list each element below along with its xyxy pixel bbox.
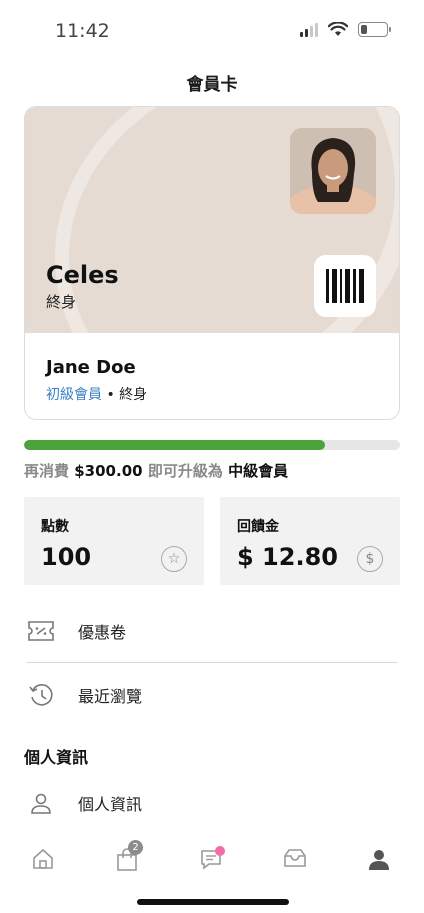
user-icon bbox=[26, 788, 56, 818]
upgrade-progress-bar bbox=[24, 440, 400, 450]
coupon-icon bbox=[26, 616, 56, 646]
holder-duration: 終身 bbox=[119, 387, 148, 403]
inbox-icon bbox=[284, 849, 306, 867]
card-tier: 終身 bbox=[46, 293, 77, 311]
card-brand-name: Celes bbox=[46, 261, 119, 289]
progress-prefix: 再消費 bbox=[24, 462, 70, 480]
tab-cart[interactable]: 2 bbox=[105, 840, 149, 892]
member-photo bbox=[290, 128, 376, 214]
barcode-icon bbox=[326, 269, 364, 303]
divider bbox=[26, 662, 398, 663]
barcode-button[interactable] bbox=[314, 255, 376, 317]
menu-item-profile[interactable]: 個人資訊 bbox=[24, 779, 400, 827]
card-holder-info: Jane Doe 初級會員 • 終身 bbox=[25, 333, 399, 419]
page-title: 會員卡 bbox=[186, 75, 238, 95]
menu-item-label: 優惠卷 bbox=[78, 623, 127, 642]
rebate-value: $ 12.80 bbox=[237, 543, 338, 571]
points-label: 點數 bbox=[41, 519, 69, 535]
rebate-label: 回饋金 bbox=[237, 519, 279, 535]
card-front: Celes 終身 bbox=[25, 107, 399, 333]
cart-badge: 2 bbox=[128, 840, 143, 855]
dollar-icon: $ bbox=[357, 546, 383, 572]
upgrade-progress-text: 再消費 $300.00 即可升級為 中級會員 bbox=[24, 460, 288, 481]
menu-item-label: 個人資訊 bbox=[78, 795, 143, 814]
status-icons bbox=[300, 22, 391, 37]
menu-item-recent[interactable]: 最近瀏覽 bbox=[24, 671, 400, 719]
points-value: 100 bbox=[41, 543, 92, 571]
tab-profile[interactable] bbox=[357, 848, 401, 892]
signal-icon bbox=[300, 22, 318, 37]
tab-bar: 2 bbox=[0, 838, 424, 888]
home-indicator bbox=[137, 899, 289, 905]
member-card[interactable]: Celes 終身 Jane Doe 初級會員 • 終身 bbox=[24, 106, 400, 420]
tab-home[interactable] bbox=[21, 848, 65, 892]
tab-inbox[interactable] bbox=[273, 848, 317, 892]
upgrade-progress-fill bbox=[24, 440, 325, 450]
menu-item-coupons[interactable]: 優惠卷 bbox=[24, 607, 400, 655]
progress-amount: $300.00 bbox=[74, 462, 143, 480]
member-level-link[interactable]: 初級會員 bbox=[46, 387, 102, 403]
section-title-personal-info: 個人資訊 bbox=[24, 748, 89, 767]
notification-dot bbox=[215, 846, 225, 856]
separator: • bbox=[106, 387, 115, 403]
progress-target-level: 中級會員 bbox=[228, 462, 289, 480]
profile-icon bbox=[369, 850, 389, 870]
holder-membership: 初級會員 • 終身 bbox=[46, 384, 147, 404]
star-icon: ☆ bbox=[161, 546, 187, 572]
status-bar: 11:42 bbox=[0, 0, 424, 60]
status-time: 11:42 bbox=[55, 20, 110, 42]
wifi-icon bbox=[328, 22, 348, 36]
battery-icon bbox=[358, 22, 391, 37]
tab-messages[interactable] bbox=[189, 846, 233, 892]
home-icon bbox=[33, 848, 53, 869]
rebate-box[interactable]: 回饋金 $ 12.80 $ bbox=[220, 497, 400, 585]
points-box[interactable]: 點數 100 ☆ bbox=[24, 497, 204, 585]
progress-middle: 即可升級為 bbox=[147, 462, 223, 480]
menu-item-label: 最近瀏覽 bbox=[78, 687, 143, 706]
holder-name: Jane Doe bbox=[46, 357, 136, 378]
history-icon bbox=[26, 680, 56, 710]
